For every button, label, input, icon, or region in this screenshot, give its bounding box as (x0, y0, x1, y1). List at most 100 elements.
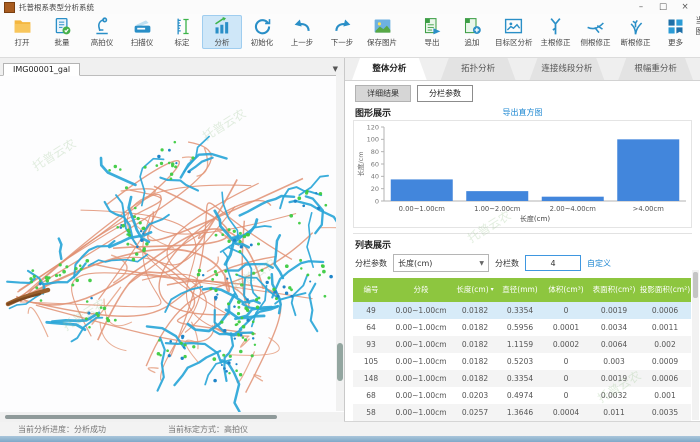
svg-text:20: 20 (371, 185, 379, 193)
svg-text:40: 40 (371, 173, 379, 181)
svg-text:>4.00cm: >4.00cm (633, 205, 665, 213)
toolbar-button-export[interactable]: 导出 (412, 15, 452, 49)
toolbar-button-label: 侧根修正 (581, 37, 611, 48)
table-row[interactable]: 930.00~1.00cm0.01821.11590.00020.00640.0… (353, 336, 691, 353)
image-tab[interactable]: IMG00001_gal (3, 63, 80, 76)
histogram-bar-2 (542, 197, 604, 201)
table-cell: 0.0009 (639, 357, 691, 366)
toolbar-button-folder[interactable]: 打开 (2, 15, 42, 49)
table-row[interactable]: 580.00~1.00cm0.02571.36460.00040.0110.00… (353, 404, 691, 421)
toolbar-button-label: 下一步 (331, 37, 354, 48)
toolbar-button-target-area[interactable]: 目标区分析 (492, 15, 536, 49)
analysis-tab-2[interactable]: 连接线段分析 (523, 58, 612, 80)
toolbar-button-batch[interactable]: 批量 (42, 15, 82, 49)
toolbar-button-scanner[interactable]: 扫描仪 (122, 15, 162, 49)
root-network-svg (0, 76, 337, 412)
minimize-button[interactable]: – (630, 1, 652, 14)
table-body: 490.00~1.00cm0.01820.335400.00190.000664… (353, 302, 691, 421)
svg-text:0: 0 (375, 197, 379, 205)
svg-text:0.00~1.00cm: 0.00~1.00cm (399, 205, 446, 213)
bottom-strip (0, 436, 700, 442)
maximize-button[interactable]: □ (652, 1, 674, 14)
table-cell: 0.0032 (589, 391, 639, 400)
table-row[interactable]: 1480.00~1.00cm0.01820.335400.00190.0006 (353, 370, 691, 387)
toolbar-button-label: 目标区分析 (495, 37, 533, 48)
histogram-bar-0 (391, 179, 453, 201)
custom-link[interactable]: 自定义 (587, 258, 611, 269)
folder-icon (12, 16, 33, 37)
table-row[interactable]: 640.00~1.00cm0.01820.59560.00010.00340.0… (353, 319, 691, 336)
table-cell: 1.1159 (497, 340, 543, 349)
table-scrollbar[interactable] (692, 270, 699, 420)
undo-icon (292, 16, 313, 37)
table-cell: 0.00~1.00cm (389, 306, 453, 315)
list-section-head: 列表展示 (345, 237, 700, 252)
table-cell: 64 (353, 323, 389, 332)
table-cell: 58 (353, 408, 389, 417)
vertical-scrollbar[interactable] (336, 75, 344, 411)
horizontal-scrollbar[interactable] (0, 412, 344, 422)
table-row[interactable]: 490.00~1.00cm0.01820.335400.00190.0006 (353, 302, 691, 319)
toolbar-button-reset[interactable]: 初始化 (242, 15, 282, 49)
toolbar-button-lateral-root[interactable]: 侧根修正 (576, 15, 616, 49)
sub-tab-row: 详细结果 分栏参数 (345, 81, 700, 105)
table-header[interactable]: 编号分段长度(cm)▾直径(mm)体积(cm³)表面积(cm²)投影面积(cm²… (353, 278, 691, 302)
status-bar: 当前分析进度：分析成功 当前标定方式：高拍仪 (0, 421, 700, 436)
analysis-tab-1[interactable]: 拓扑分析 (434, 58, 523, 80)
tab-list-dropdown-icon[interactable]: ▼ (333, 65, 344, 75)
toolbar-button-label: 扫描仪 (131, 37, 154, 48)
toolbar-button-analysis[interactable]: 分析 (202, 15, 242, 49)
table-row[interactable]: 680.00~1.00cm0.02030.497400.00320.001 (353, 387, 691, 404)
more-icon (665, 16, 686, 37)
table-cell: 0.4974 (497, 391, 543, 400)
table-cell: 0.0002 (543, 340, 589, 349)
analysis-tab-0[interactable]: 整体分析 (345, 58, 434, 80)
table-cell: 148 (353, 374, 389, 383)
image-panel: IMG00001_gal ▼ 托普云农 托普云农 托普云农 托普云农 (0, 58, 345, 421)
chart-section-head: 图形展示 导出直方图 (345, 105, 700, 119)
append-icon (462, 16, 483, 37)
table-cell: 0.0019 (589, 374, 639, 383)
column-header[interactable]: 表面积(cm²) (589, 285, 639, 296)
column-header[interactable]: 编号 (353, 285, 389, 296)
table-cell: 0.002 (639, 340, 691, 349)
chevron-down-icon: ▼ (479, 260, 484, 267)
column-header[interactable]: 投影面积(cm²) (639, 285, 691, 296)
toolbar-button-redo[interactable]: 下一步 (322, 15, 362, 49)
analysis-tabs: 整体分析拓扑分析连接线段分析根幅重分析 (345, 58, 700, 81)
column-header[interactable]: 体积(cm³) (543, 285, 589, 296)
bin-params-button[interactable]: 分栏参数 (417, 85, 473, 102)
sort-icon: ▾ (491, 287, 494, 294)
toolbar-button-append[interactable]: 追加 (452, 15, 492, 49)
table-cell: 0.0006 (639, 306, 691, 315)
table-cell: 1.3646 (497, 408, 543, 417)
close-button[interactable]: × (674, 1, 696, 14)
column-header[interactable]: 直径(mm) (497, 285, 543, 296)
table-cell: 0.5956 (497, 323, 543, 332)
root-image-canvas[interactable]: 托普云农 托普云农 托普云农 托普云农 (0, 76, 344, 412)
toolbar-button-broken-root[interactable]: 断根修正 (616, 15, 656, 49)
table-cell: 0.0182 (453, 306, 497, 315)
bin-count-input[interactable] (525, 255, 581, 271)
toolbar-button-undo[interactable]: 上一步 (282, 15, 322, 49)
analysis-tab-3[interactable]: 根幅重分析 (611, 58, 700, 80)
bin-count-label: 分栏数 (495, 258, 519, 269)
toolbar-button-label: 上一步 (291, 37, 314, 48)
table-row[interactable]: 1050.00~1.00cm0.01820.520300.0030.0009 (353, 353, 691, 370)
toolbar-button-camera-stand[interactable]: 高拍仪 (82, 15, 122, 49)
bin-param-select[interactable]: 长度(cm) ▼ (393, 254, 489, 272)
column-header[interactable]: 分段 (389, 285, 453, 296)
table-cell: 0.0001 (543, 323, 589, 332)
table-cell: 0.0034 (589, 323, 639, 332)
lateral-root-icon (585, 16, 606, 37)
toolbar-button-more[interactable]: 更多 (656, 15, 696, 49)
export-histogram-link[interactable]: 导出直方图 (345, 105, 700, 118)
toolbar-button-calibration[interactable]: 标定 (162, 15, 202, 49)
column-header[interactable]: 长度(cm)▾ (453, 285, 497, 296)
table-cell: 0.003 (589, 357, 639, 366)
detail-result-button[interactable]: 详细结果 (355, 85, 411, 102)
toolbar-button-save-image[interactable]: 保存图片 (362, 15, 402, 49)
table-cell: 0.00~1.00cm (389, 374, 453, 383)
table-cell: 0.00~1.00cm (389, 408, 453, 417)
toolbar-button-main-root[interactable]: 主根修正 (536, 15, 576, 49)
